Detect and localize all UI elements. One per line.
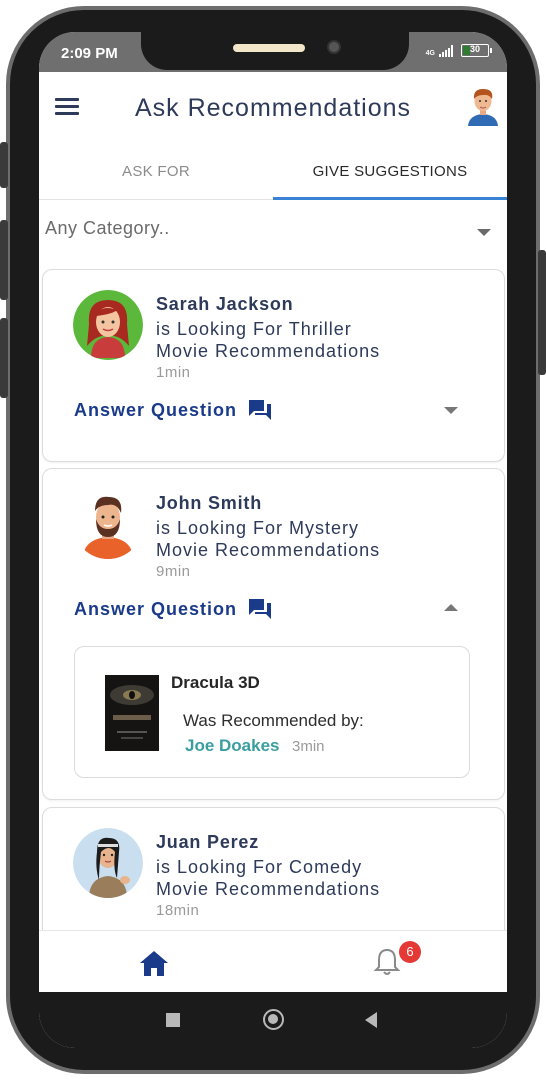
bottom-nav: 6 [39, 930, 507, 992]
tab-bar: ASK FOR GIVE SUGGESTIONS [39, 146, 507, 200]
recommender-link[interactable]: Joe Doakes [185, 736, 280, 756]
request-line-2: Movie Recommendations [156, 879, 381, 899]
status-time: 2:09 PM [61, 45, 118, 62]
request-time: 18min [156, 902, 200, 919]
request-line-1: is Looking For Mystery [156, 518, 360, 538]
requester-name: Sarah Jackson [156, 294, 294, 314]
square-icon[interactable] [166, 1013, 180, 1027]
system-nav-bar [39, 992, 507, 1048]
screen: 2:09 PM 4G 30 Ask Recommendations ASK FO… [39, 32, 507, 1048]
recommendation-time: 3min [292, 738, 325, 755]
avatar [73, 828, 143, 898]
recommended-by-label: Was Recommended by: [183, 711, 364, 730]
avatar [73, 290, 143, 360]
answer-question-label: Answer Question [74, 598, 238, 619]
network-type: 4G [425, 50, 435, 57]
camera-icon [327, 40, 341, 54]
speaker [233, 44, 305, 52]
app-bar: Ask Recommendations [39, 72, 507, 146]
user-avatar-icon[interactable] [465, 86, 501, 126]
collapse-toggle[interactable] [440, 598, 464, 618]
phone-volume-up [0, 220, 8, 300]
signal-icon [439, 45, 453, 57]
page-title: Ask Recommendations [134, 94, 412, 122]
request-line-2: Movie Recommendations [156, 341, 381, 361]
request-line-1: is Looking For Comedy [156, 857, 363, 877]
expand-toggle[interactable] [440, 401, 464, 421]
request-line-2: Movie Recommendations [156, 540, 381, 560]
caret-down-icon [444, 407, 458, 414]
chat-bubbles-icon [249, 599, 272, 619]
battery-level: 30 [469, 44, 480, 54]
tab-ask-for[interactable]: ASK FOR [39, 146, 273, 199]
battery-icon: 30 [461, 44, 492, 57]
request-card: John Smith is Looking For Mystery Movie … [42, 468, 505, 800]
category-placeholder: Any Category.. [45, 218, 170, 238]
answer-question-button[interactable]: Answer Question [74, 398, 273, 422]
triangle-back-icon[interactable] [365, 1012, 377, 1028]
chat-bubbles-icon [249, 400, 272, 420]
category-dropdown[interactable]: Any Category.. [39, 200, 507, 260]
movie-poster [105, 675, 159, 751]
requester-name: John Smith [156, 493, 262, 513]
phone-power-button [538, 250, 546, 375]
caret-up-icon [444, 604, 458, 611]
home-icon[interactable] [139, 949, 169, 977]
notification-badge: 6 [399, 941, 421, 963]
circle-icon[interactable] [263, 1009, 284, 1030]
phone-volume-down [0, 318, 8, 398]
tab-give-suggestions[interactable]: GIVE SUGGESTIONS [273, 146, 507, 200]
request-card: Sarah Jackson is Looking For Thriller Mo… [42, 269, 505, 462]
answer-question-button[interactable]: Answer Question [74, 597, 273, 621]
avatar [73, 489, 143, 559]
recommendation-card[interactable]: Dracula 3D Was Recommended by: Joe Doake… [74, 646, 470, 778]
caret-down-icon [477, 229, 491, 236]
phone-side-button [0, 142, 8, 188]
movie-title: Dracula 3D [171, 673, 260, 692]
requester-name: Juan Perez [156, 832, 260, 852]
status-icons: 4G 30 [425, 44, 492, 57]
request-time: 9min [156, 563, 191, 580]
answer-question-label: Answer Question [74, 399, 238, 420]
notch [141, 32, 409, 70]
bell-icon[interactable] [373, 947, 401, 977]
request-time: 1min [156, 364, 191, 381]
request-line-1: is Looking For Thriller [156, 319, 352, 339]
